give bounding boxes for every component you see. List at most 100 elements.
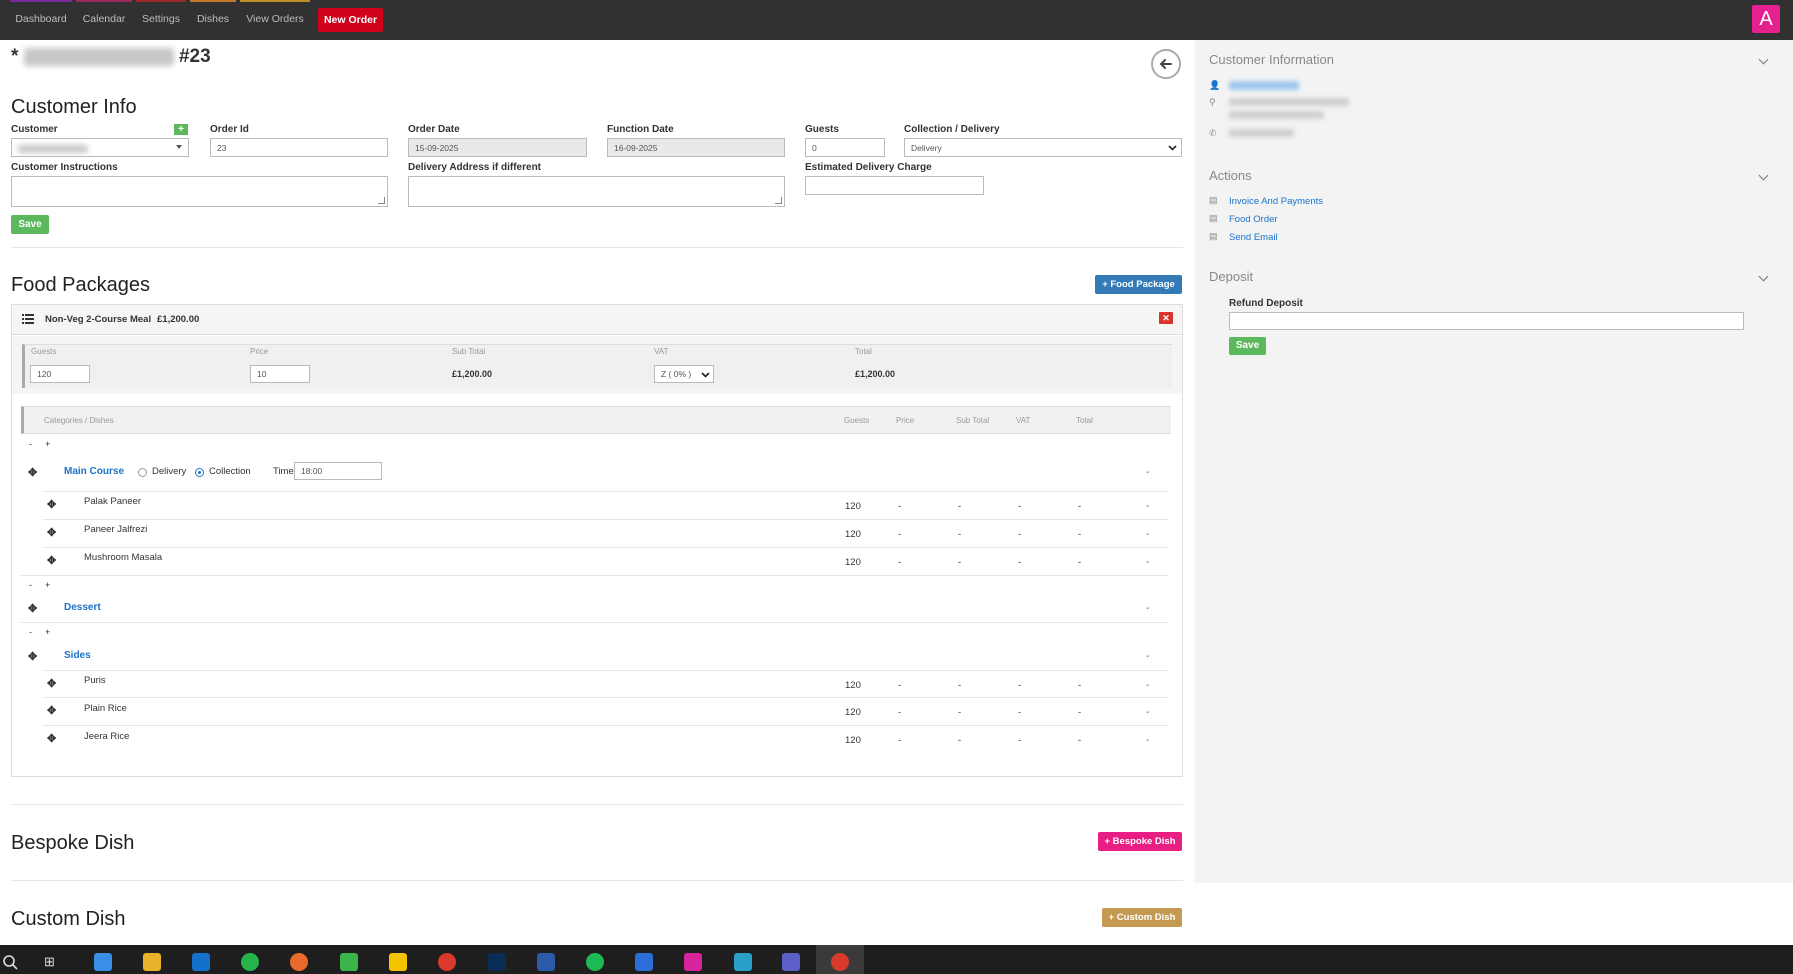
move-icon[interactable]: ✥ bbox=[47, 677, 56, 690]
invoice-payments-link[interactable]: Invoice And Payments bbox=[1229, 196, 1323, 207]
customer-instructions-textarea[interactable] bbox=[11, 176, 388, 207]
nav-settings-label: Settings bbox=[142, 13, 180, 25]
nav-dashboard[interactable]: Dashboard bbox=[10, 0, 72, 40]
add-food-package-button[interactable]: + Food Package bbox=[1095, 275, 1182, 294]
dish-name: Plain Rice bbox=[84, 703, 127, 714]
deposit-save-button[interactable]: Save bbox=[1229, 337, 1266, 355]
package-vat-value: Z ( 0% ) bbox=[661, 369, 692, 379]
dish-sub-total: - bbox=[958, 735, 962, 746]
copilot-icon[interactable] bbox=[94, 953, 112, 971]
delivery-address-textarea[interactable] bbox=[408, 176, 785, 207]
order-id-input[interactable]: 23 bbox=[210, 138, 388, 157]
deposit-heading[interactable]: Deposit bbox=[1209, 269, 1779, 284]
send-email-link[interactable]: Send Email bbox=[1229, 232, 1278, 243]
dish-action[interactable]: - bbox=[1146, 529, 1149, 540]
dish-sub-total: - bbox=[958, 529, 962, 540]
delivery-charge-input[interactable] bbox=[805, 176, 984, 195]
move-icon[interactable]: ✥ bbox=[47, 526, 56, 539]
move-icon[interactable]: ✥ bbox=[47, 704, 56, 717]
collection-delivery-select[interactable]: Delivery bbox=[904, 138, 1182, 157]
expand-toggle[interactable]: + bbox=[45, 580, 50, 590]
dish-vat: - bbox=[1018, 557, 1022, 568]
dish-action[interactable]: - bbox=[1146, 680, 1149, 691]
dish-action[interactable]: - bbox=[1146, 707, 1149, 718]
dish-total: - bbox=[1078, 735, 1082, 746]
dish-action[interactable]: - bbox=[1146, 735, 1149, 746]
add-bespoke-dish-button[interactable]: + Bespoke Dish bbox=[1098, 832, 1182, 851]
sticky-notes-icon[interactable] bbox=[389, 953, 407, 971]
category-dessert[interactable]: Dessert bbox=[64, 602, 101, 613]
package-vat-select[interactable]: Z ( 0% ) bbox=[654, 365, 714, 383]
add-customer-button[interactable]: + bbox=[174, 124, 188, 135]
dish-action[interactable]: - bbox=[1146, 557, 1149, 568]
nav-calendar-label: Calendar bbox=[82, 13, 126, 25]
nav-dishes[interactable]: Dishes bbox=[190, 0, 236, 40]
actions-title: Actions bbox=[1209, 168, 1252, 183]
photoshop-icon[interactable] bbox=[488, 953, 506, 971]
move-icon[interactable]: ✥ bbox=[28, 650, 37, 663]
time-input[interactable]: 18:00 bbox=[294, 462, 382, 480]
app-icon[interactable] bbox=[734, 953, 752, 971]
category-sides[interactable]: Sides bbox=[64, 650, 91, 661]
add-custom-dish-button[interactable]: + Custom Dish bbox=[1102, 908, 1182, 927]
nav-calendar[interactable]: Calendar bbox=[76, 0, 132, 40]
word-icon[interactable] bbox=[537, 953, 555, 971]
actions-heading[interactable]: Actions bbox=[1209, 168, 1779, 183]
customer-information-heading[interactable]: Customer Information bbox=[1209, 52, 1779, 67]
move-icon[interactable]: ✥ bbox=[28, 602, 37, 615]
move-icon[interactable]: ✥ bbox=[47, 732, 56, 745]
chrome-icon[interactable] bbox=[438, 953, 456, 971]
list-icon[interactable] bbox=[22, 314, 34, 324]
customer-save-button[interactable]: Save bbox=[11, 215, 49, 234]
package-sub-total: £1,200.00 bbox=[452, 369, 493, 379]
file-icon: ▤ bbox=[1209, 231, 1218, 241]
remove-package-button[interactable]: ✕ bbox=[1159, 312, 1173, 324]
grid-head-price: Price bbox=[250, 347, 269, 356]
dish-action[interactable]: - bbox=[1146, 501, 1149, 512]
instagram-icon[interactable] bbox=[684, 953, 702, 971]
guests-input[interactable]: 0 bbox=[805, 138, 885, 157]
grid-head-vat: VAT bbox=[654, 347, 669, 356]
collapse-toggle[interactable]: - bbox=[29, 439, 32, 449]
move-icon[interactable]: ✥ bbox=[47, 554, 56, 567]
spotify-icon[interactable] bbox=[586, 953, 604, 971]
cat-head-total: Total bbox=[1076, 416, 1093, 425]
expand-toggle[interactable]: + bbox=[45, 627, 50, 637]
search-icon[interactable] bbox=[2, 954, 18, 970]
todo-icon[interactable] bbox=[635, 953, 653, 971]
function-date-input[interactable]: 16-09-2025 bbox=[607, 138, 785, 157]
expand-toggle[interactable]: + bbox=[45, 439, 50, 449]
customer-select[interactable] bbox=[11, 138, 189, 157]
outlook-icon[interactable] bbox=[192, 953, 210, 971]
whatsapp-icon[interactable] bbox=[241, 953, 259, 971]
order-date-input[interactable]: 15-09-2025 bbox=[408, 138, 587, 157]
dish-name: Jeera Rice bbox=[84, 731, 130, 742]
collapse-toggle[interactable]: - bbox=[29, 580, 32, 590]
delivery-radio[interactable] bbox=[138, 468, 147, 477]
nav-view-orders[interactable]: View Orders bbox=[240, 0, 310, 40]
teams-icon[interactable] bbox=[782, 953, 800, 971]
food-order-link[interactable]: Food Order bbox=[1229, 214, 1278, 225]
refund-deposit-input[interactable] bbox=[1229, 312, 1744, 330]
back-button[interactable] bbox=[1151, 49, 1181, 79]
package-price-input[interactable]: 10 bbox=[250, 365, 310, 383]
category-main-course[interactable]: Main Course bbox=[64, 466, 124, 477]
nav-settings[interactable]: Settings bbox=[136, 0, 186, 40]
dish-price: - bbox=[898, 680, 902, 691]
chrome-icon[interactable] bbox=[831, 953, 849, 971]
photos-icon[interactable] bbox=[340, 953, 358, 971]
task-view-icon[interactable]: ⊞ bbox=[44, 954, 55, 970]
firefox-icon[interactable] bbox=[290, 953, 308, 971]
package-guests-input[interactable]: 120 bbox=[30, 365, 90, 383]
new-order-button[interactable]: New Order bbox=[318, 8, 383, 32]
collection-radio[interactable] bbox=[195, 468, 204, 477]
move-icon[interactable]: ✥ bbox=[28, 466, 37, 479]
app-badge[interactable]: A bbox=[1752, 5, 1780, 33]
customer-name-link-blurred[interactable] bbox=[1229, 81, 1299, 90]
deposit-title: Deposit bbox=[1209, 269, 1254, 284]
divider bbox=[43, 697, 1169, 698]
collapse-toggle[interactable]: - bbox=[29, 627, 32, 637]
move-icon[interactable]: ✥ bbox=[47, 498, 56, 511]
file-explorer-icon[interactable] bbox=[143, 953, 161, 971]
arrow-left-icon bbox=[1159, 59, 1172, 69]
